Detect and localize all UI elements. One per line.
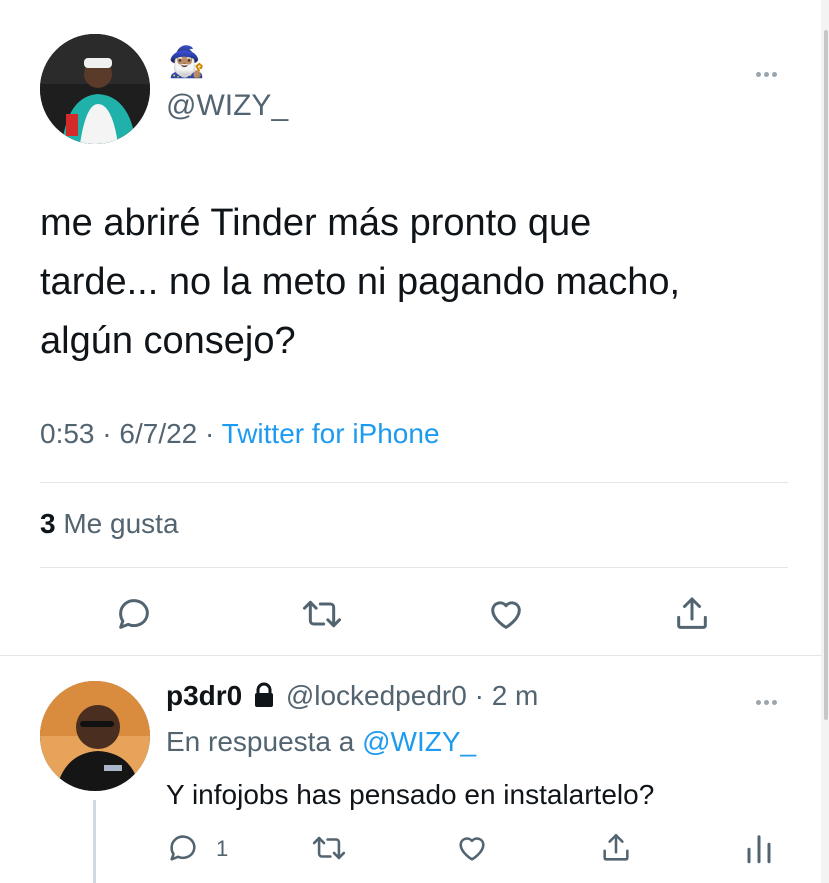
reply-age[interactable]: 2 m [492,680,539,711]
replying-to: En respuesta a @WIZY_ [166,724,476,760]
tweet-text-line: me abriré Tinder más pronto que [40,202,592,244]
retweet-icon[interactable] [310,831,348,865]
reply-author-avatar[interactable] [40,681,150,791]
divider [0,655,821,656]
like-icon[interactable] [486,594,526,634]
share-icon[interactable] [672,594,712,634]
replying-to-handle[interactable]: @WIZY_ [362,726,476,757]
author-avatar[interactable] [40,34,150,144]
reply-count: 1 [216,836,229,861]
tweet-metadata: 0:53 · 6/7/22 · Twitter for iPhone [40,416,440,452]
tweet-source-link[interactable]: Twitter for iPhone [222,418,440,449]
reply-author-name[interactable]: p3dr0 [166,680,242,711]
more-options-icon[interactable] [756,64,780,82]
analytics-icon[interactable] [744,831,774,865]
reply-icon[interactable] [114,594,154,634]
tweet-time[interactable]: 0:53 [40,418,95,449]
divider [40,482,788,483]
tweet-text: me abriré Tinder más pronto que tarde...… [40,194,680,371]
more-options-icon[interactable] [756,692,780,710]
scrollbar[interactable] [821,0,829,883]
tweet-date[interactable]: 6/7/22 [119,418,197,449]
share-icon[interactable] [599,831,633,865]
reply-icon[interactable] [166,831,200,865]
tweet-text-line: tarde... no la meto ni pagando macho, [40,261,681,303]
reply-text: Y infojobs has pensado en instalartelo? [166,779,655,810]
likes-count: 3 [40,508,56,539]
retweet-icon[interactable] [300,594,344,634]
meta-separator: · [102,418,112,449]
reply-header: p3dr0 @lockedpedr0 · 2 m [166,678,538,714]
author-emoji: 🧙🏽‍♂️ [168,46,206,79]
scrollbar-thumb[interactable] [824,30,828,720]
replying-to-label: En respuesta a [166,726,355,757]
likes-label: Me gusta [63,508,179,539]
lock-icon [252,682,276,708]
like-icon[interactable] [455,831,489,865]
meta-separator: · [205,418,215,449]
meta-separator: · [474,680,484,711]
reply-author-handle[interactable]: @lockedpedr0 [286,680,467,711]
thread-line [93,800,96,883]
divider [40,567,788,568]
tweet-text-line: algún consejo? [40,320,296,362]
author-handle[interactable]: @WIZY_ [166,88,288,124]
likes-stat[interactable]: 3 Me gusta [40,506,179,542]
